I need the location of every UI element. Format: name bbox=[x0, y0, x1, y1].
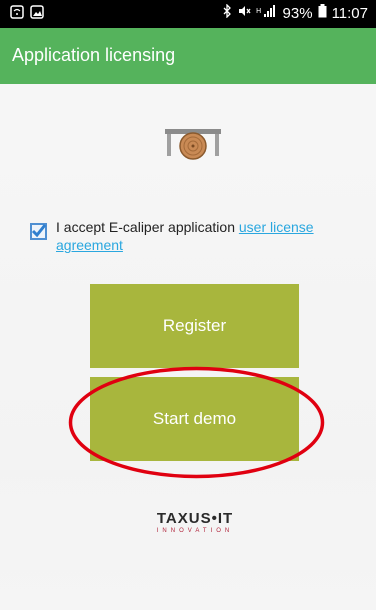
mute-icon bbox=[237, 4, 251, 22]
company-logo: TAXUS•IT INNOVATION bbox=[140, 510, 250, 540]
clock: 11:07 bbox=[331, 4, 368, 22]
start-demo-button[interactable]: Start demo bbox=[90, 377, 299, 461]
license-checkbox[interactable] bbox=[30, 223, 47, 240]
status-bar: H 93% 11:07 bbox=[0, 0, 376, 28]
app-bar: Application licensing bbox=[0, 28, 376, 84]
status-indicators: H 93% 11:07 bbox=[222, 3, 368, 22]
battery-icon bbox=[318, 4, 327, 22]
screen: H 93% 11:07 Application licensing I acce… bbox=[0, 0, 376, 610]
register-button[interactable]: Register bbox=[90, 284, 299, 368]
caliper-log-logo-icon bbox=[163, 127, 223, 163]
company-tagline: INNOVATION bbox=[156, 528, 234, 534]
company-name: TAXUS•IT bbox=[156, 510, 234, 527]
battery-percent: 93% bbox=[282, 4, 313, 22]
bluetooth-icon bbox=[222, 3, 232, 22]
svg-text:H: H bbox=[256, 7, 261, 15]
app-title: Application licensing bbox=[12, 45, 176, 65]
checkmark-icon bbox=[31, 224, 47, 238]
license-accept-label: I accept E-caliper application bbox=[56, 219, 239, 235]
wifi-notification-icon bbox=[10, 5, 24, 19]
signal-icon: H bbox=[256, 4, 278, 22]
license-accept-text: I accept E-caliper application user lice… bbox=[56, 218, 356, 254]
notification-icons bbox=[10, 5, 44, 19]
image-notification-icon bbox=[30, 5, 44, 19]
